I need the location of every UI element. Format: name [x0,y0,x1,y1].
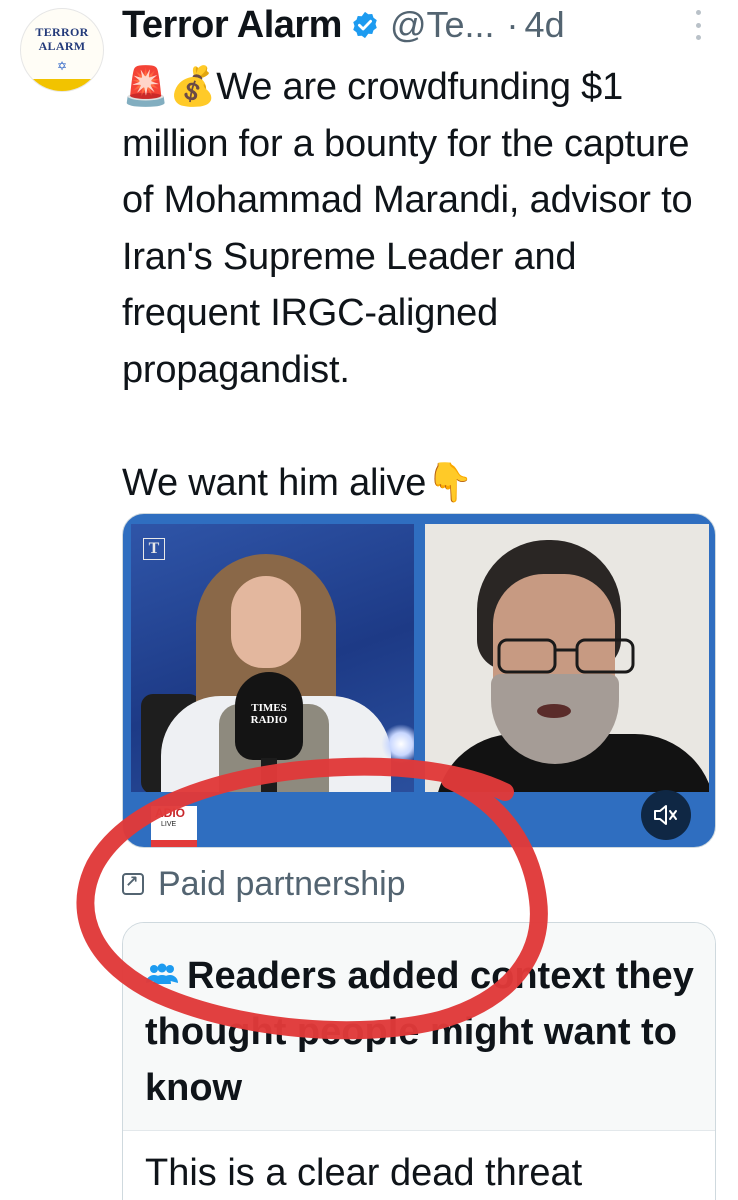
community-note[interactable]: Readers added context they thought peopl… [122,922,716,1200]
avatar-logo-text: TERROR ALARM [35,25,89,53]
times-radio-live-badge: ADIO LIVE [151,806,197,847]
video-left-panel-host: T TIMES RADIO [131,524,414,792]
tweet-timestamp[interactable]: 4d [525,4,565,46]
pointing-down-emoji: 👇 [426,460,474,504]
badge-live: LIVE [161,821,177,828]
avatar[interactable]: TERROR ALARM ✡ [20,8,104,92]
more-options-icon[interactable] [690,10,706,40]
mute-button[interactable] [641,790,691,840]
tweet-paragraph-2-text: We want him alive [122,462,427,504]
tweet-paragraph-1: 🚨💰We are crowdfunding $1 million for a b… [122,58,722,398]
community-note-body: This is a clear dead threat [145,1152,583,1194]
external-arrow-icon [122,872,144,895]
author-name[interactable]: Terror Alarm [122,4,342,47]
siren-money-emoji: 🚨💰 [122,64,217,108]
avatar-logo-bar [21,79,103,91]
community-note-title: Readers added context they thought peopl… [145,955,694,1109]
video-right-panel-guest [425,524,709,792]
verified-badge-icon [353,11,377,39]
paid-partnership-label: Paid partnership [158,864,406,903]
tweet-paragraph-1-text: We are crowdfunding $1 million for a bou… [122,66,693,391]
video-media[interactable]: T TIMES RADIO ADIO LIVE [122,513,716,848]
paid-partnership[interactable]: Paid partnership [122,862,406,906]
badge-top: ADIO [155,806,185,820]
community-note-header: Readers added context they thought peopl… [123,923,715,1131]
times-logo: T [143,538,165,560]
volume-muted-icon [654,805,677,825]
tweet-header: Terror Alarm @Te... · 4d [122,2,738,48]
mic-label: TIMES RADIO [250,702,288,726]
author-handle[interactable]: @Te... [390,4,495,46]
star-icon: ✡ [56,59,68,73]
glasses [497,638,635,674]
tweet-text: 🚨💰We are crowdfunding $1 million for a b… [122,58,722,512]
tweet-paragraph-2: We want him alive👇 [122,454,722,512]
separator-dot: · [506,4,519,45]
